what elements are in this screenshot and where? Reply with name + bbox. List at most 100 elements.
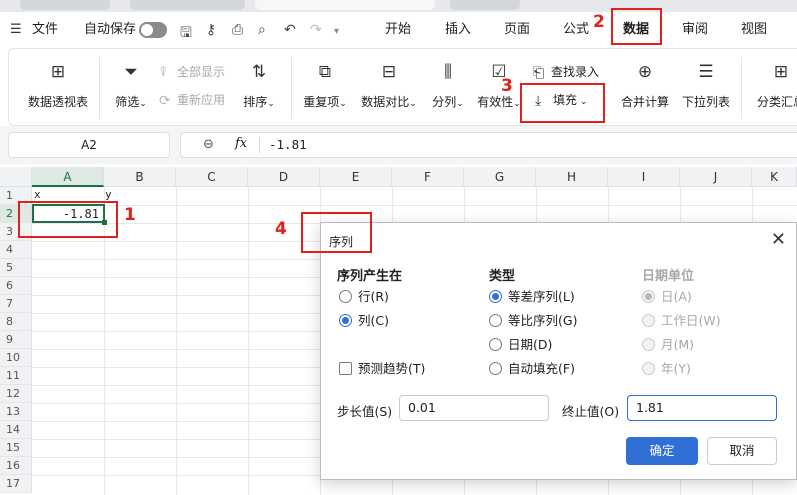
filter-icon: ⏷ <box>124 62 138 82</box>
pivot-table-button[interactable]: ⊞ 数据透视表 <box>25 61 91 110</box>
series-in-row-radio[interactable]: 行(R) <box>339 289 389 305</box>
data-compare-button[interactable]: ⊟ 数据对比⌄ <box>357 61 421 110</box>
column-header[interactable]: F <box>392 167 464 187</box>
unit-day-radio[interactable]: 日(A) <box>642 289 692 305</box>
split-column-button[interactable]: ⫼ 分列⌄ <box>427 61 469 110</box>
window-tab-active[interactable] <box>255 0 435 10</box>
column-header[interactable]: B <box>104 167 176 187</box>
cell-a1[interactable]: x <box>34 188 41 201</box>
radio-button[interactable] <box>642 314 655 327</box>
name-box[interactable]: A2 <box>8 132 170 158</box>
column-header[interactable]: A <box>32 167 104 187</box>
window-tab[interactable] <box>130 0 245 10</box>
divider <box>99 57 100 119</box>
hamburger-menu-icon[interactable]: ☰ <box>10 12 22 48</box>
row-header[interactable]: 5 <box>0 259 32 277</box>
close-icon[interactable]: ✕ <box>771 229 786 250</box>
print-icon[interactable]: ⎙ <box>232 22 243 38</box>
cancel-button[interactable]: 取消 <box>707 437 777 465</box>
show-all-button[interactable]: ⍒ 全部显示 <box>159 63 225 81</box>
annotation-box-dialog-title <box>301 212 372 253</box>
step-value-input[interactable]: 0.01 <box>399 395 549 421</box>
column-header[interactable]: G <box>464 167 536 187</box>
save-icon[interactable]: 🖫 <box>180 22 192 46</box>
row-header[interactable]: 12 <box>0 385 32 403</box>
stop-value-input[interactable]: 1.81 <box>627 395 777 421</box>
tab-page[interactable]: 页面 <box>504 12 530 48</box>
reapply-button[interactable]: ⟳ 重新应用 <box>159 91 225 109</box>
row-header[interactable]: 15 <box>0 439 32 457</box>
ok-button[interactable]: 确定 <box>626 437 698 465</box>
radio-button[interactable] <box>489 362 502 375</box>
file-menu[interactable]: 文件 <box>32 12 58 48</box>
window-tab[interactable] <box>450 0 520 10</box>
duplicates-button[interactable]: ⧉ 重复项⌄ <box>299 61 351 110</box>
type-autofill-radio[interactable]: 自动填充(F) <box>489 361 575 377</box>
column-header[interactable]: C <box>176 167 248 187</box>
validity-button[interactable]: ☑ 有效性⌄ <box>473 61 525 110</box>
sort-button[interactable]: ⇅ 排序⌄ <box>239 61 279 110</box>
tab-start[interactable]: 开始 <box>385 12 411 48</box>
tab-formula[interactable]: 公式 <box>563 12 589 48</box>
column-header[interactable]: D <box>248 167 320 187</box>
predict-trend-checkbox[interactable]: 预测趋势(T) <box>339 361 425 377</box>
column-header[interactable]: I <box>608 167 680 187</box>
chevron-down-icon: ⌄ <box>139 99 147 109</box>
row-header[interactable]: 17 <box>0 475 32 493</box>
radio-button[interactable] <box>489 314 502 327</box>
unit-month-radio[interactable]: 月(M) <box>642 337 694 353</box>
fx-icon[interactable]: fx <box>235 136 247 151</box>
print-preview-icon[interactable]: ⌕ <box>258 22 266 38</box>
consolidate-button[interactable]: ⊕ 合并计算 <box>615 61 675 110</box>
row-header[interactable]: 4 <box>0 241 32 259</box>
row-header[interactable]: 16 <box>0 457 32 475</box>
series-dialog: 序列 ✕ 序列产生在 行(R) 列(C) 预测趋势(T) 类型 等差序列(L) … <box>320 222 797 480</box>
unit-weekday-radio[interactable]: 工作日(W) <box>642 313 721 329</box>
lookup-entry-button[interactable]: ⎗ 查找录入 <box>533 63 599 81</box>
tab-review[interactable]: 审阅 <box>682 12 708 48</box>
undo-icon[interactable]: ↶ <box>284 22 296 38</box>
row-header[interactable]: 10 <box>0 349 32 367</box>
radio-button-selected[interactable] <box>489 290 502 303</box>
radio-button[interactable] <box>642 362 655 375</box>
redo-icon[interactable]: ↷ <box>310 22 322 38</box>
radio-button[interactable] <box>642 338 655 351</box>
row-header[interactable]: 7 <box>0 295 32 313</box>
subtotal-button[interactable]: ⊞ 分类汇总 <box>749 61 797 110</box>
cell-b1[interactable]: y <box>105 188 112 201</box>
radio-button-selected[interactable] <box>339 314 352 327</box>
lookup-entry-icon: ⎗ <box>533 64 545 81</box>
type-linear-radio[interactable]: 等差序列(L) <box>489 289 575 305</box>
zoom-icon[interactable]: ⊖ <box>203 137 214 152</box>
column-header[interactable]: K <box>752 167 797 187</box>
column-header[interactable]: H <box>536 167 608 187</box>
row-header[interactable]: 8 <box>0 313 32 331</box>
radio-button[interactable] <box>339 290 352 303</box>
tab-insert[interactable]: 插入 <box>445 12 471 48</box>
column-header[interactable]: J <box>680 167 752 187</box>
dropdown-list-button[interactable]: ☰ 下拉列表 <box>675 61 737 110</box>
step-value-label: 步长值(S) <box>337 404 393 419</box>
unit-year-radio[interactable]: 年(Y) <box>642 361 691 377</box>
row-header[interactable]: 9 <box>0 331 32 349</box>
radio-button-selected[interactable] <box>642 290 655 303</box>
formula-input[interactable]: -1.81 <box>269 137 307 152</box>
select-all-corner[interactable] <box>0 167 32 187</box>
quick-access-chevron-icon[interactable]: ▾ <box>334 26 339 37</box>
filter-button[interactable]: ⏷ 筛选⌄ <box>109 61 153 110</box>
tab-view[interactable]: 视图 <box>741 12 767 48</box>
window-tab[interactable] <box>20 0 110 10</box>
row-header[interactable]: 13 <box>0 403 32 421</box>
row-header[interactable]: 14 <box>0 421 32 439</box>
autosave-toggle[interactable] <box>139 22 167 38</box>
series-in-column-radio[interactable]: 列(C) <box>339 313 389 329</box>
key-icon[interactable]: ⚷ <box>206 22 216 38</box>
type-date-radio[interactable]: 日期(D) <box>489 337 552 353</box>
row-header[interactable]: 6 <box>0 277 32 295</box>
radio-button[interactable] <box>489 338 502 351</box>
column-header[interactable]: E <box>320 167 392 187</box>
row-header[interactable]: 11 <box>0 367 32 385</box>
dialog-title-bar[interactable]: 序列 ✕ <box>321 223 796 257</box>
checkbox[interactable] <box>339 362 352 375</box>
type-growth-radio[interactable]: 等比序列(G) <box>489 313 577 329</box>
